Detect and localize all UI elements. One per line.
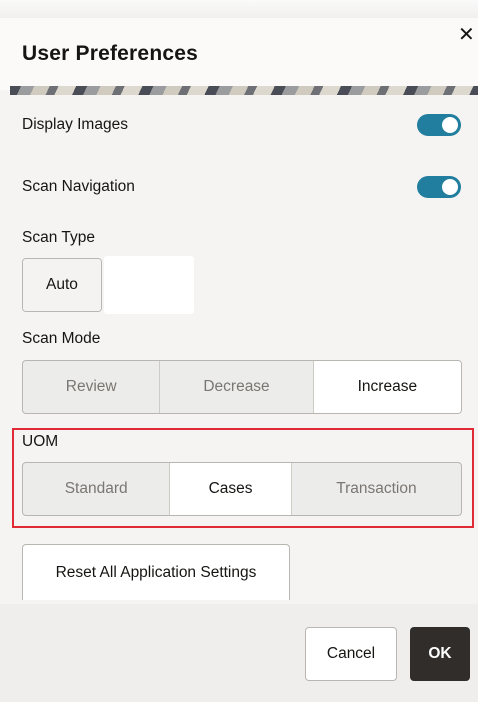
toggle-knob xyxy=(442,117,458,133)
cancel-button[interactable]: Cancel xyxy=(305,627,397,681)
uom-segmented-control[interactable]: Standard Cases Transaction xyxy=(22,462,462,516)
header-banner-image xyxy=(10,86,478,95)
scan-type-empty-area xyxy=(104,256,194,314)
uom-option-standard[interactable]: Standard xyxy=(23,463,171,515)
dialog-title: User Preferences xyxy=(22,42,198,65)
scan-mode-option-review[interactable]: Review xyxy=(23,361,161,413)
ok-button[interactable]: OK xyxy=(410,627,470,681)
dialog-footer xyxy=(0,604,478,702)
toggle-knob xyxy=(442,179,458,195)
scan-navigation-toggle[interactable] xyxy=(417,176,461,198)
uom-label: UOM xyxy=(22,433,59,450)
display-images-label: Display Images xyxy=(22,116,128,133)
close-icon[interactable]: ✕ xyxy=(458,24,476,44)
dialog-top-strip xyxy=(0,0,478,18)
user-preferences-dialog: User Preferences ✕ Display Images Scan N… xyxy=(0,0,478,702)
scan-navigation-label: Scan Navigation xyxy=(22,178,135,195)
scan-type-option-auto[interactable]: Auto xyxy=(23,259,101,311)
scan-type-selector[interactable]: Auto xyxy=(22,258,102,312)
scan-mode-option-increase[interactable]: Increase xyxy=(313,361,461,413)
reset-all-settings-button[interactable]: Reset All Application Settings xyxy=(22,544,290,600)
display-images-toggle[interactable] xyxy=(417,114,461,136)
scan-mode-segmented-control[interactable]: Review Decrease Increase xyxy=(22,360,462,414)
scan-mode-option-decrease[interactable]: Decrease xyxy=(160,361,314,413)
uom-option-cases[interactable]: Cases xyxy=(170,463,292,515)
scan-type-label: Scan Type xyxy=(22,229,95,246)
uom-option-transaction[interactable]: Transaction xyxy=(292,463,461,515)
scan-mode-label: Scan Mode xyxy=(22,330,101,347)
